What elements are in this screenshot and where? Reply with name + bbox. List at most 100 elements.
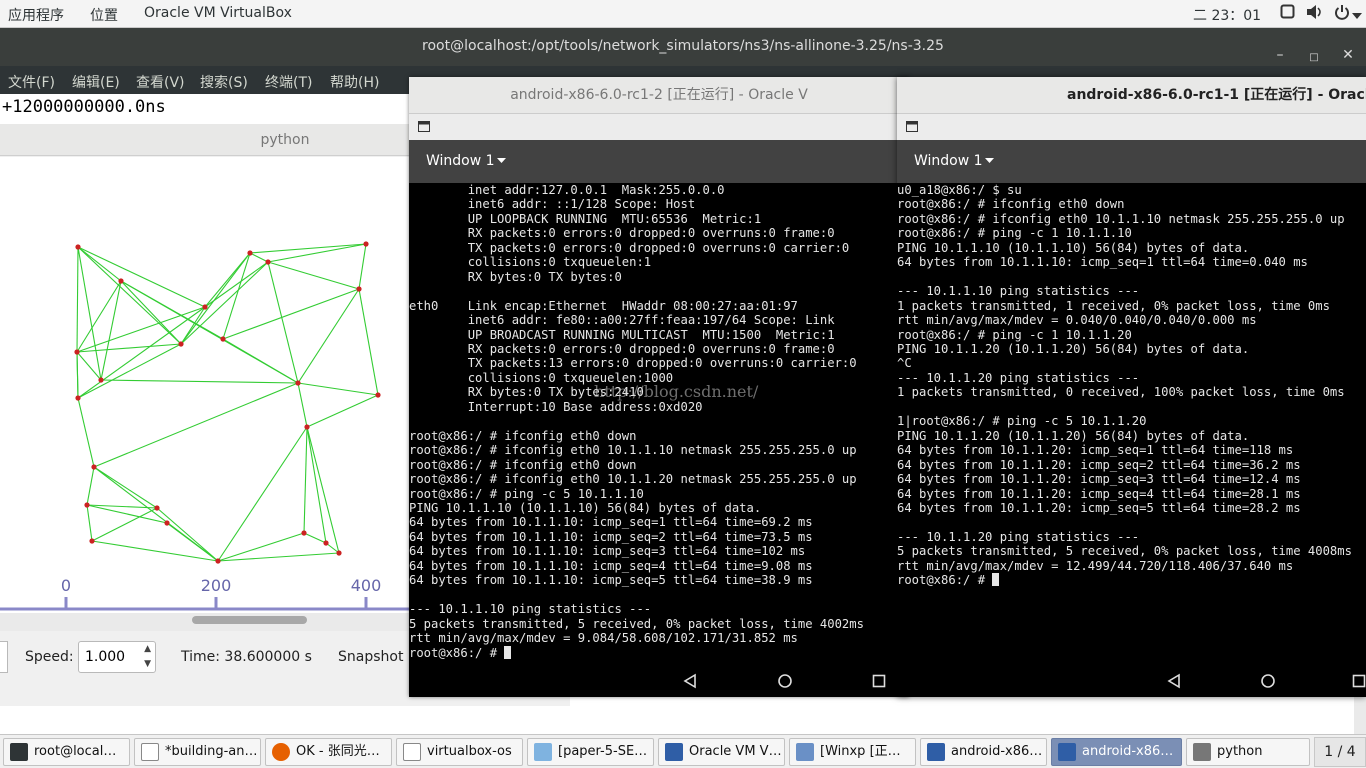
recents-icon[interactable]: [872, 673, 886, 689]
graph-node[interactable]: [336, 550, 342, 556]
graph-edge: [303, 426, 308, 534]
task-virtualbox-manager[interactable]: Oracle VM V…: [658, 738, 785, 766]
home-icon[interactable]: [777, 673, 793, 689]
console-line: --- 10.1.1.10 ping statistics ---: [897, 284, 1140, 299]
back-icon[interactable]: [683, 673, 697, 689]
android-console[interactable]: inet addr:127.0.0.1 Mask:255.0.0.0 inet6…: [409, 183, 909, 671]
workspace-pager[interactable]: 1 / 4: [1314, 737, 1366, 767]
console-line: inet addr:127.0.0.1 Mask:255.0.0.0: [409, 183, 725, 197]
terminal-titlebar[interactable]: root@localhost:/opt/tools/network_simula…: [0, 28, 1366, 66]
spin-up-icon[interactable]: ▲: [144, 644, 151, 654]
power-icon[interactable]: [1334, 4, 1350, 24]
clock[interactable]: 二 23：01: [1193, 5, 1261, 25]
task-text-editor[interactable]: *building-an…: [134, 738, 261, 766]
menu-help[interactable]: 帮助(H): [330, 72, 379, 92]
graph-node[interactable]: [164, 520, 170, 526]
task-android-vm-1[interactable]: android-x86…: [1051, 738, 1182, 766]
graph-node[interactable]: [220, 336, 226, 342]
task-image-viewer[interactable]: [paper-5-SE…: [527, 738, 654, 766]
spin-down-icon[interactable]: ▼: [144, 659, 151, 669]
menu-file[interactable]: 文件(F): [8, 72, 55, 92]
speed-spinbox[interactable]: 1.000 ▲ ▼: [78, 641, 156, 673]
places-menu[interactable]: 位置: [90, 5, 118, 25]
graph-node[interactable]: [74, 349, 80, 355]
task-python[interactable]: python: [1186, 738, 1310, 766]
graph-node[interactable]: [247, 250, 253, 256]
menu-search[interactable]: 搜索(S): [200, 72, 248, 92]
task-terminal[interactable]: root@local…: [3, 738, 130, 766]
graph-node[interactable]: [178, 341, 184, 347]
chevron-down-icon[interactable]: [1352, 9, 1362, 25]
task-label: [Winxp [正…: [820, 744, 901, 759]
console-line: PING 10.1.1.20 (10.1.1.20) 56(84) bytes …: [897, 341, 1250, 356]
window-selector[interactable]: Window 1: [914, 153, 983, 169]
scrollbar-thumb[interactable]: [192, 616, 307, 624]
graph-node[interactable]: [75, 395, 81, 401]
graph-edge: [306, 426, 340, 554]
graph-node[interactable]: [375, 392, 381, 398]
vm-window-title[interactable]: android-x86-6.0-rc1-2 [正在运行] - Oracle V: [409, 77, 909, 114]
graph-edge: [77, 246, 182, 345]
graph-edge: [297, 288, 360, 384]
graph-edge: [249, 243, 367, 254]
snapshot-button[interactable]: Snapshot: [338, 649, 403, 665]
graph-node[interactable]: [295, 380, 301, 386]
graph-node[interactable]: [89, 538, 95, 544]
home-icon[interactable]: [1260, 673, 1276, 689]
vm-window-title[interactable]: android-x86-6.0-rc1-1 [正在运行] - Oracle: [897, 77, 1366, 114]
virtualbox-icon: [796, 742, 814, 761]
task-label: OK - 张同光…: [296, 744, 380, 759]
console-line: root@x86:/ # ping -c 1 10.1.1.20: [897, 327, 1132, 342]
graph-node[interactable]: [265, 259, 271, 265]
menu-terminal[interactable]: 终端(T): [265, 72, 312, 92]
graph-edge: [267, 261, 360, 290]
active-app-menu[interactable]: Oracle VM VirtualBox: [144, 5, 292, 21]
console-line: root@x86:/ #: [897, 573, 993, 588]
graph-edge: [222, 252, 251, 340]
graph-node[interactable]: [98, 377, 104, 383]
task-winxp-vm[interactable]: [Winxp [正…: [789, 738, 916, 766]
simulation-time-label: Time: 38.600000 s: [181, 649, 312, 665]
menu-view[interactable]: 查看(V): [136, 72, 185, 92]
task-firefox[interactable]: OK - 张同光…: [265, 738, 392, 766]
recents-icon[interactable]: [1352, 673, 1366, 689]
speed-value[interactable]: 1.000: [85, 649, 125, 665]
graph-node[interactable]: [363, 241, 369, 247]
speed-label: Speed:: [25, 649, 74, 665]
console-line: 64 bytes from 10.1.1.10: icmp_seq=5 ttl=…: [409, 573, 813, 588]
graph-node[interactable]: [304, 424, 310, 430]
previous-control[interactable]: [0, 641, 8, 673]
graph-node[interactable]: [215, 558, 221, 564]
task-android-vm-2[interactable]: android-x86…: [920, 738, 1047, 766]
volume-icon[interactable]: [1306, 4, 1324, 24]
back-icon[interactable]: [1167, 673, 1181, 689]
console-line: root@x86:/ # ifconfig eth0 10.1.1.10 net…: [409, 443, 857, 458]
graph-node[interactable]: [202, 304, 208, 310]
console-line: root@x86:/ # ifconfig eth0 down: [409, 428, 637, 443]
chevron-down-icon[interactable]: [985, 158, 994, 164]
graph-edge: [93, 382, 299, 468]
graph-node[interactable]: [84, 502, 90, 508]
screen-icon[interactable]: [1280, 4, 1295, 23]
graph-node[interactable]: [323, 540, 329, 546]
graph-edge: [166, 522, 219, 562]
task-document-viewer[interactable]: virtualbox-os: [396, 738, 523, 766]
graph-node[interactable]: [118, 278, 124, 284]
menu-edit[interactable]: 编辑(E): [72, 72, 120, 92]
graph-node[interactable]: [356, 286, 362, 292]
chevron-down-icon[interactable]: [497, 158, 506, 164]
console-line: root@x86:/ # ifconfig eth0 down: [897, 197, 1125, 212]
graph-node[interactable]: [154, 505, 160, 511]
graph-edge: [217, 426, 308, 562]
graph-node[interactable]: [301, 530, 307, 536]
window-selector[interactable]: Window 1: [426, 153, 495, 169]
console-line: inet6 addr: ::1/128 Scope: Host: [409, 197, 696, 212]
graph-edge: [222, 338, 299, 384]
console-line: collisions:0 txqueuelen:1: [409, 255, 652, 270]
android-console[interactable]: u0_a18@x86:/ $ su root@x86:/ # ifconfig …: [897, 183, 1366, 671]
graph-node[interactable]: [91, 464, 97, 470]
graph-node[interactable]: [75, 244, 81, 250]
graph-edge: [217, 532, 305, 562]
console-line: rtt min/avg/max/mdev = 9.084/58.608/102.…: [409, 631, 798, 646]
applications-menu[interactable]: 应用程序: [8, 5, 64, 25]
